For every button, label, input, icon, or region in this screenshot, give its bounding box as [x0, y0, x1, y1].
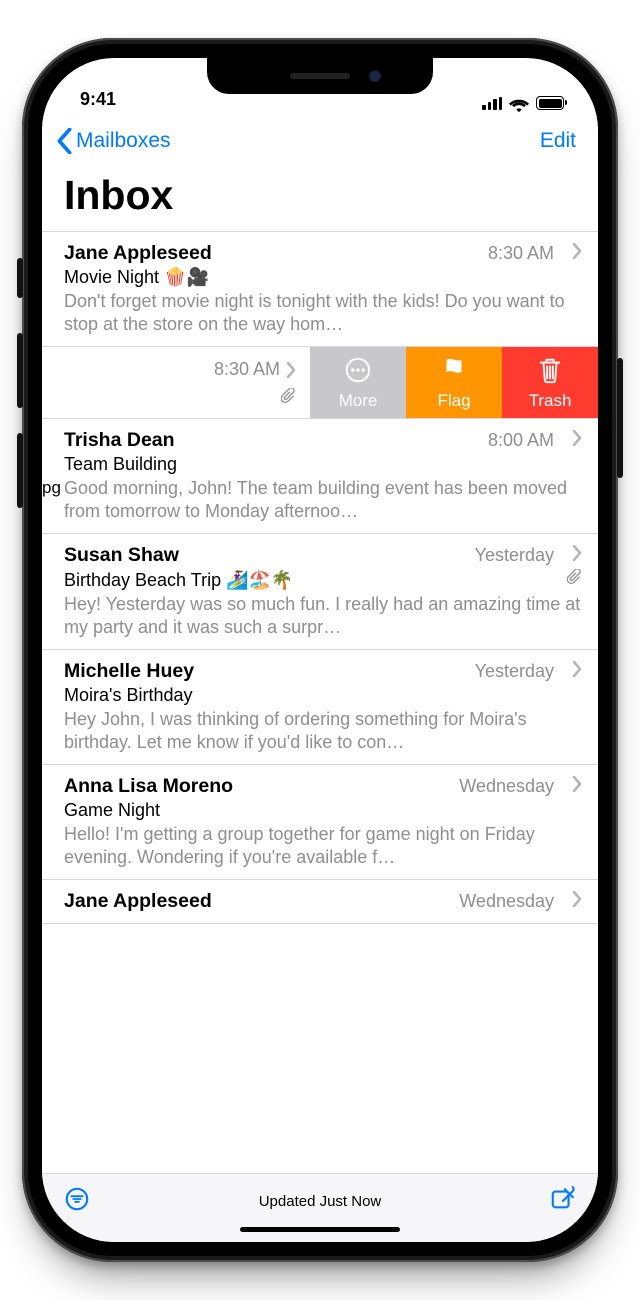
message-time: 8:00 AM — [488, 430, 554, 451]
message-sender: Jane Appleseed — [64, 890, 447, 913]
status-time: 9:41 — [80, 89, 116, 110]
paperclip-icon — [567, 569, 582, 591]
message-subject: Movie Night 🍿🎥 — [64, 267, 209, 288]
chevron-right-icon — [572, 545, 582, 561]
silent-switch — [17, 258, 23, 298]
edit-button[interactable]: Edit — [540, 129, 576, 153]
screen: 9:41 Mailboxes Edit Inbox pg Jane Apples… — [42, 58, 598, 1242]
paperclip-icon — [281, 388, 296, 410]
message-preview: Hey John, I was thinking of ordering som… — [64, 708, 582, 754]
iphone-frame: 9:41 Mailboxes Edit Inbox pg Jane Apples… — [22, 38, 618, 1262]
cellular-icon — [482, 97, 502, 110]
message-subject: Game Night — [64, 800, 160, 821]
message-sender: Michelle Huey — [64, 660, 463, 683]
swipe-flag-label: Flag — [437, 391, 470, 411]
message-preview: Hey! Yesterday was so much fun. I really… — [64, 593, 582, 639]
message-preview: Good morning, John! The team building ev… — [64, 477, 582, 523]
message-sender: Susan Shaw — [64, 544, 463, 567]
message-time: 8:30 AM — [488, 243, 554, 264]
swipe-actions: More Flag Trash — [310, 347, 598, 418]
chevron-right-icon — [572, 891, 582, 907]
filter-button[interactable] — [64, 1186, 90, 1216]
battery-icon — [536, 96, 564, 110]
speaker-grille — [290, 73, 350, 79]
notch — [207, 58, 433, 94]
back-button[interactable]: Mailboxes — [56, 128, 171, 154]
message-row[interactable]: Jane Appleseed 8:30 AM Movie Night 🍿🎥 Do… — [42, 232, 598, 347]
chevron-right-icon — [572, 430, 582, 446]
status-icons — [482, 96, 564, 110]
back-label: Mailboxes — [76, 129, 171, 153]
message-preview: Don't forget movie night is tonight with… — [64, 290, 582, 336]
message-preview: Hello! I'm getting a group together for … — [64, 823, 582, 869]
chevron-right-icon — [286, 362, 296, 378]
message-subject: Birthday Beach Trip 🏄‍♀️🏖️🌴 — [64, 570, 293, 591]
message-row[interactable]: Michelle Huey Yesterday Moira's Birthday… — [42, 650, 598, 765]
message-row[interactable]: Jane Appleseed Wednesday — [42, 880, 598, 924]
home-indicator[interactable] — [240, 1227, 400, 1232]
message-sender: Trisha Dean — [64, 429, 476, 452]
message-time: Wednesday — [459, 776, 554, 797]
message-time: Yesterday — [475, 661, 554, 682]
message-time: Yesterday — [475, 545, 554, 566]
page-title: Inbox — [42, 168, 598, 231]
volume-down — [17, 433, 23, 508]
swipe-trash-label: Trash — [529, 391, 572, 411]
nav-bar: Mailboxes Edit — [42, 114, 598, 168]
front-camera — [369, 70, 381, 82]
message-time: Wednesday — [459, 891, 554, 912]
swipe-trash-button[interactable]: Trash — [502, 347, 598, 418]
message-list[interactable]: Jane Appleseed 8:30 AM Movie Night 🍿🎥 Do… — [42, 231, 598, 924]
message-sender: Anna Lisa Moreno — [64, 775, 447, 798]
message-row[interactable]: Anna Lisa Moreno Wednesday Game Night He… — [42, 765, 598, 880]
message-row[interactable]: Susan Shaw Yesterday Birthday Beach Trip… — [42, 534, 598, 650]
message-subject: Team Building — [64, 454, 177, 475]
swipe-more-label: More — [339, 391, 378, 411]
message-subject: Moira's Birthday — [64, 685, 192, 706]
chevron-right-icon — [572, 661, 582, 677]
message-row-swiped[interactable]: 8:30 AM More Flag Trash — [42, 347, 598, 419]
message-time: 8:30 AM — [214, 359, 280, 380]
message-sender: Jane Appleseed — [64, 242, 476, 265]
swipe-flag-button[interactable]: Flag — [406, 347, 502, 418]
chevron-left-icon — [56, 128, 73, 154]
wifi-icon — [509, 96, 529, 110]
volume-up — [17, 333, 23, 408]
power-button — [617, 358, 623, 478]
toolbar-status: Updated Just Now — [90, 1193, 550, 1210]
chevron-right-icon — [572, 776, 582, 792]
swipe-more-button[interactable]: More — [310, 347, 406, 418]
message-row[interactable]: Trisha Dean 8:00 AM Team Building Good m… — [42, 419, 598, 534]
chevron-right-icon — [572, 243, 582, 259]
compose-button[interactable] — [550, 1186, 576, 1216]
